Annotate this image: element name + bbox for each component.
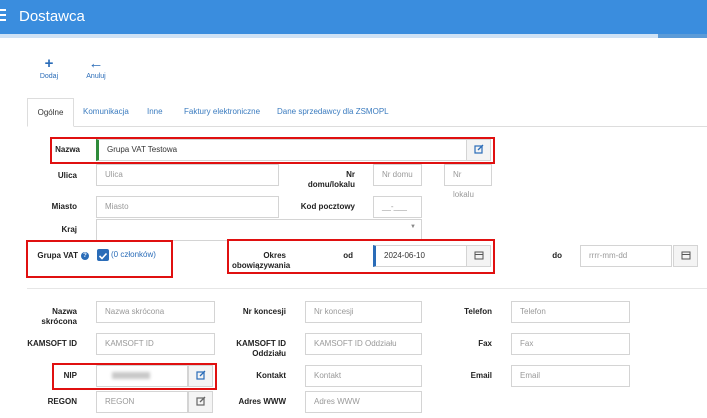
regon-label: REGON — [47, 397, 77, 406]
tab-bar: Ogólne Komunikacja Inne Faktury elektron… — [27, 98, 707, 127]
arrow-left-icon: ← — [88, 55, 104, 72]
nazwa-skrocona-label: Nazwa skrócona — [41, 307, 77, 326]
highlight-nip — [52, 363, 217, 390]
highlight-nazwa — [50, 137, 495, 164]
telefon-label: Telefon — [464, 307, 492, 316]
miasto-input[interactable]: Miasto — [96, 196, 279, 218]
tab-komunikacja[interactable]: Komunikacja — [75, 98, 137, 127]
calendar-icon — [681, 251, 691, 260]
email-label: Email — [470, 371, 492, 380]
header-strip-accent — [658, 34, 707, 38]
tab-ogolne[interactable]: Ogólne — [27, 98, 74, 127]
nr-label: Nr domu/lokalu — [307, 170, 355, 189]
telefon-input[interactable]: Telefon — [511, 301, 630, 323]
nr-lokalu-input[interactable]: Nr lokalu — [444, 164, 492, 199]
ulica-label: Ulica — [57, 171, 77, 180]
miasto-label: Miasto — [51, 202, 77, 211]
nr-koncesji-input[interactable]: Nr koncesji — [305, 301, 422, 323]
nazwa-skrocona-input[interactable]: Nazwa skrócona — [96, 301, 215, 323]
highlight-okres — [227, 239, 495, 274]
kraj-label: Kraj — [61, 225, 77, 234]
email-input[interactable]: Email — [511, 365, 630, 387]
add-button[interactable]: + Dodaj — [36, 55, 62, 80]
app-header: Dostawca — [0, 0, 707, 34]
kamsoft-id-input[interactable]: KAMSOFT ID — [96, 333, 215, 355]
kontakt-input[interactable]: Kontakt — [305, 365, 422, 387]
add-button-label: Dodaj — [39, 73, 59, 80]
header-strip — [0, 34, 707, 38]
ulica-input[interactable]: Ulica — [96, 164, 279, 186]
kraj-select[interactable] — [96, 219, 422, 241]
menu-icon[interactable] — [0, 9, 10, 23]
highlight-grupa-vat — [26, 240, 173, 278]
plus-icon: + — [44, 55, 54, 72]
tab-faktury-elektroniczne[interactable]: Faktury elektroniczne — [176, 98, 268, 127]
adres-www-input[interactable]: Adres WWW — [305, 391, 422, 413]
tab-inne[interactable]: Inne — [139, 98, 171, 127]
kamsoft-oddzialu-input[interactable]: KAMSOFT ID Oddziału — [305, 333, 422, 355]
fax-label: Fax — [478, 339, 492, 348]
adres-www-label: Adres WWW — [238, 397, 286, 406]
cancel-button-label: Anuluj — [86, 73, 106, 80]
kod-pocztowy-input[interactable]: __-___ — [373, 196, 422, 218]
nr-koncesji-label: Nr koncesji — [242, 307, 286, 316]
nr-domu-input[interactable]: Nr domu — [373, 164, 422, 186]
do-label: do — [552, 251, 562, 260]
tab-dane-sprzedawcy[interactable]: Dane sprzedawcy dla ZSMOPL — [269, 98, 397, 127]
do-date-input[interactable]: rrrr-mm-dd — [580, 245, 672, 267]
kontakt-label: Kontakt — [256, 371, 286, 380]
section-divider — [27, 288, 707, 289]
edit-icon — [196, 396, 206, 406]
kod-pocztowy-label: Kod pocztowy — [300, 202, 355, 211]
chevron-down-icon: ▼ — [410, 224, 416, 230]
page-title: Dostawca — [19, 8, 85, 25]
regon-input[interactable]: REGON — [96, 391, 188, 413]
fax-input[interactable]: Fax — [511, 333, 630, 355]
kamsoft-oddzialu-label: KAMSOFT ID Oddziału — [236, 339, 286, 358]
do-calendar-button[interactable] — [673, 245, 698, 267]
cancel-button[interactable]: ← Anuluj — [82, 55, 110, 80]
kamsoft-id-label: KAMSOFT ID — [27, 339, 77, 348]
regon-edit-button[interactable] — [188, 391, 213, 413]
